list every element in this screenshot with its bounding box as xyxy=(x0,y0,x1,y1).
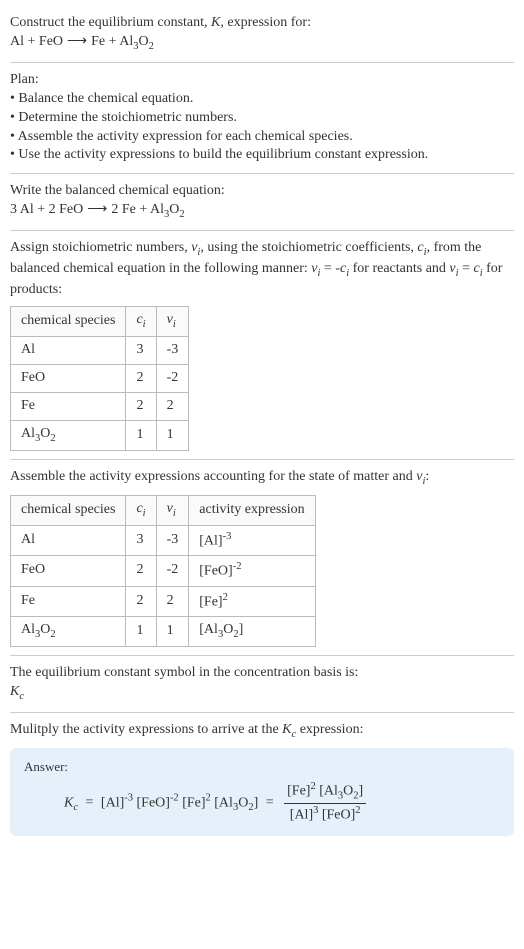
col-ci: ci xyxy=(126,307,156,337)
answer-label: Answer: xyxy=(24,758,500,776)
cell-c: 2 xyxy=(126,392,156,420)
table-row: Fe 2 2 [Fe]2 xyxy=(11,586,316,617)
plan-bullet-1: • Balance the chemical equation. xyxy=(10,90,514,109)
fraction: [Fe]2 [Al3O2][Al]3 [FeO]2 xyxy=(281,780,369,826)
reactant-FeO: FeO xyxy=(39,34,63,49)
col-species: chemical species xyxy=(11,307,126,337)
cell-c: 1 xyxy=(126,617,156,647)
reaction-arrow: ⟶ xyxy=(63,34,91,49)
Kc-symbol: Kc xyxy=(10,683,514,704)
unbalanced-equation: Al + FeO⟶Fe + Al3O2 xyxy=(10,34,154,49)
cell-c: 3 xyxy=(126,336,156,364)
answer-box: Answer: Kc = [Al]-3 [FeO]-2 [Fe]2 [Al3O2… xyxy=(10,748,514,836)
cell-species: Fe xyxy=(11,392,126,420)
cell-c: 1 xyxy=(126,420,156,450)
table-row: Al3O2 1 1 xyxy=(11,420,189,450)
Kc-expression: Kc = [Al]-3 [FeO]-2 [Fe]2 [Al3O2] = [Fe]… xyxy=(24,780,500,826)
col-activity: activity expression xyxy=(189,495,315,525)
cell-activity: [Fe]2 xyxy=(189,586,315,617)
cell-activity: [FeO]-2 xyxy=(189,556,315,587)
denominator: [Al]3 [FeO]2 xyxy=(284,804,366,826)
stoich-section: Assign stoichiometric numbers, νi, using… xyxy=(10,231,514,459)
product-Fe: Fe xyxy=(91,34,105,49)
reactant-Al: Al xyxy=(10,34,24,49)
reactant-FeO: FeO xyxy=(59,202,83,217)
balanced-intro: Write the balanced chemical equation: xyxy=(10,182,514,201)
multiply-intro: Mulitply the activity expressions to arr… xyxy=(10,721,514,742)
activity-table: chemical species ci νi activity expressi… xyxy=(10,495,316,648)
cell-c: 2 xyxy=(126,556,156,587)
col-nu: νi xyxy=(156,495,189,525)
product-Al3O2: Al3O2 xyxy=(150,202,185,217)
table-row: FeO 2 -2 xyxy=(11,364,189,392)
cell-v: -3 xyxy=(156,336,189,364)
balanced-section: Write the balanced chemical equation: 3 … xyxy=(10,174,514,231)
table-header-row: chemical species ci νi xyxy=(11,307,189,337)
plus: + xyxy=(105,34,119,49)
reactant-Al: Al xyxy=(20,202,34,217)
cell-v: -2 xyxy=(156,556,189,587)
cell-species: Al xyxy=(11,336,126,364)
activity-section: Assemble the activity expressions accoun… xyxy=(10,460,514,657)
stoich-table: chemical species ci νi Al 3 -3 FeO 2 -2 … xyxy=(10,306,189,451)
table-row: FeO 2 -2 [FeO]-2 xyxy=(11,556,316,587)
cell-c: 2 xyxy=(126,586,156,617)
cell-species: FeO xyxy=(11,556,126,587)
symbol-section: The equilibrium constant symbol in the c… xyxy=(10,656,514,713)
coef-2: 2 xyxy=(49,202,60,217)
cell-v: 1 xyxy=(156,420,189,450)
cell-species: FeO xyxy=(11,364,126,392)
plan-bullet-4: • Use the activity expressions to build … xyxy=(10,146,514,165)
prompt-text: Construct the equilibrium constant, xyxy=(10,15,211,30)
stoich-intro: Assign stoichiometric numbers, νi, using… xyxy=(10,239,514,300)
plus: + xyxy=(136,202,150,217)
cell-v: 2 xyxy=(156,392,189,420)
reaction-arrow: ⟶ xyxy=(83,202,111,217)
cell-v: -2 xyxy=(156,364,189,392)
col-nu: νi xyxy=(156,307,189,337)
activity-intro: Assemble the activity expressions accoun… xyxy=(10,468,514,489)
coef-3: 3 xyxy=(10,202,20,217)
table-row: Fe 2 2 xyxy=(11,392,189,420)
plan-bullet-3: • Assemble the activity expression for e… xyxy=(10,128,514,147)
plus: + xyxy=(34,202,49,217)
prompt-text-b: , expression for: xyxy=(220,15,311,30)
cell-species: Al xyxy=(11,525,126,556)
cell-v: 1 xyxy=(156,617,189,647)
col-species: chemical species xyxy=(11,495,126,525)
cell-species: Al3O2 xyxy=(11,617,126,647)
plan-bullet-2: • Determine the stoichiometric numbers. xyxy=(10,109,514,128)
numerator: [Fe]2 [Al3O2] xyxy=(284,780,366,805)
cell-v: -3 xyxy=(156,525,189,556)
plus: + xyxy=(24,34,39,49)
product-Fe: Fe xyxy=(122,202,136,217)
K-symbol: K xyxy=(211,15,220,30)
cell-c: 2 xyxy=(126,364,156,392)
col-ci: ci xyxy=(126,495,156,525)
plan-title: Plan: xyxy=(10,71,514,90)
multiply-section: Mulitply the activity expressions to arr… xyxy=(10,713,514,844)
product-Al3O2: Al3O2 xyxy=(119,34,154,49)
cell-activity: [Al3O2] xyxy=(189,617,315,647)
table-row: Al 3 -3 [Al]-3 xyxy=(11,525,316,556)
balanced-equation: 3 Al + 2 FeO⟶2 Fe + Al3O2 xyxy=(10,202,185,217)
prompt-section: Construct the equilibrium constant, K, e… xyxy=(10,6,514,63)
cell-c: 3 xyxy=(126,525,156,556)
symbol-intro: The equilibrium constant symbol in the c… xyxy=(10,664,514,683)
coef-2: 2 xyxy=(111,202,122,217)
table-row: Al 3 -3 xyxy=(11,336,189,364)
cell-species: Al3O2 xyxy=(11,420,126,450)
table-header-row: chemical species ci νi activity expressi… xyxy=(11,495,316,525)
plan-section: Plan: • Balance the chemical equation. •… xyxy=(10,63,514,174)
cell-species: Fe xyxy=(11,586,126,617)
cell-v: 2 xyxy=(156,586,189,617)
cell-activity: [Al]-3 xyxy=(189,525,315,556)
table-row: Al3O2 1 1 [Al3O2] xyxy=(11,617,316,647)
